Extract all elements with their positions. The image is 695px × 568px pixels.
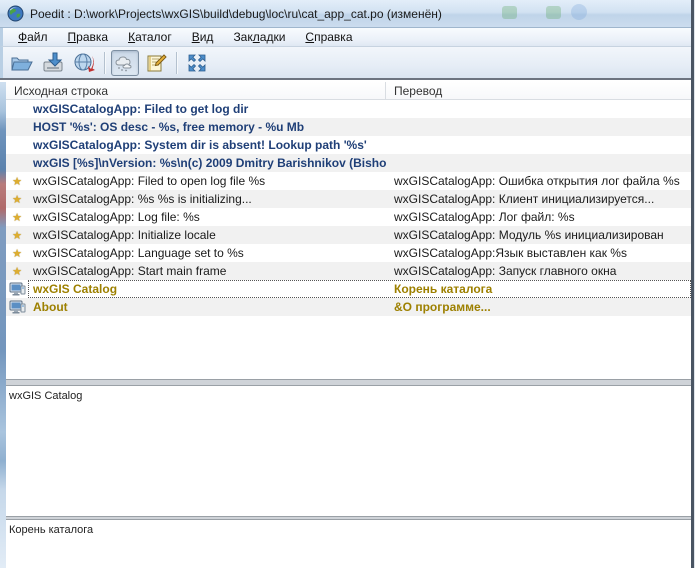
source-cell: wxGISCatalogApp: Log file: %s <box>29 210 386 224</box>
column-header-translation[interactable]: Перевод <box>386 82 691 99</box>
source-cell: wxGISCatalogApp: %s %s is initializing..… <box>29 192 386 206</box>
entries-list[interactable]: wxGISCatalogApp: Filed to get log dir HOS… <box>6 100 691 379</box>
star-icon: ★ <box>6 226 28 244</box>
table-row[interactable]: ★wxGISCatalogApp: %s %s is initializing.… <box>6 190 691 208</box>
column-header-source[interactable]: Исходная строка <box>6 82 386 99</box>
toolbar-separator <box>176 52 177 74</box>
translation-cell: wxGISCatalogApp: Лог файл: %s <box>386 210 690 224</box>
row-focus-area: wxGISCatalogApp: System dir is absent! L… <box>28 136 691 154</box>
translation-cell: wxGISCatalogApp:Язык выставлен как %s <box>386 246 690 260</box>
source-cell: wxGISCatalogApp: Filed to open log file … <box>29 174 386 188</box>
row-focus-area: wxGISCatalogApp: Start main framewxGISCa… <box>28 262 691 280</box>
menu-bookmarks[interactable]: Закладки <box>224 29 294 45</box>
app-item-icon <box>6 280 28 298</box>
menu-view[interactable]: Вид <box>183 29 223 45</box>
poedit-globe-icon <box>7 5 24 22</box>
source-cell: wxGISCatalogApp: Initialize locale <box>29 228 386 242</box>
translation-cell: wxGISCatalogApp: Модуль %s инициализиров… <box>386 228 690 242</box>
row-icon-placeholder <box>6 100 28 118</box>
translation-text: Корень каталога <box>9 524 93 536</box>
source-cell: About <box>29 300 386 314</box>
source-cell: HOST '%s': OS desc - %s, free memory - %… <box>29 120 386 134</box>
source-cell: wxGISCatalogApp: Language set to %s <box>29 246 386 260</box>
row-focus-area: wxGISCatalogApp: %s %s is initializing..… <box>28 190 691 208</box>
open-catalog-button[interactable] <box>8 50 36 76</box>
title-bar[interactable]: Poedit : D:\work\Projects\wxGIS\build\de… <box>0 0 691 28</box>
save-catalog-button[interactable] <box>39 50 67 76</box>
source-text: wxGIS Catalog <box>9 390 82 402</box>
ghost-window-icon <box>571 4 587 20</box>
menu-catalog[interactable]: Каталог <box>119 29 181 45</box>
menu-edit[interactable]: Правка <box>59 29 118 45</box>
notepad-pencil-icon <box>144 52 168 74</box>
source-cell: wxGISCatalogApp: System dir is absent! L… <box>29 138 386 152</box>
open-folder-icon <box>10 53 34 73</box>
translation-text-pane[interactable]: Корень каталога <box>6 520 691 568</box>
translation-cell: wxGISCatalogApp: Клиент инициализируется… <box>386 192 690 206</box>
toolbar <box>0 47 691 78</box>
save-icon <box>41 52 65 74</box>
window-left-border <box>0 82 6 568</box>
row-icon-placeholder <box>6 118 28 136</box>
star-icon: ★ <box>6 262 28 280</box>
update-catalog-button[interactable] <box>70 50 98 76</box>
menu-bar: Файл Правка Каталог Вид Закладки Справка <box>0 28 691 47</box>
comment-button[interactable] <box>142 50 170 76</box>
poedit-window: Poedit : D:\work\Projects\wxGIS\build\de… <box>0 0 695 568</box>
table-row[interactable]: ★wxGISCatalogApp: Filed to open log file… <box>6 172 691 190</box>
source-cell: wxGISCatalogApp: Filed to get log dir <box>29 102 386 116</box>
row-focus-area: wxGISCatalogApp: Language set to %swxGIS… <box>28 244 691 262</box>
translation-cell: wxGISCatalogApp: Запуск главного окна <box>386 264 690 278</box>
table-row[interactable]: wxGIS [%s]\nVersion: %s\n(c) 2009 Dmitry… <box>6 154 691 172</box>
fullscreen-arrows-icon <box>186 52 208 74</box>
row-focus-area: HOST '%s': OS desc - %s, free memory - %… <box>28 118 691 136</box>
table-row[interactable]: wxGISCatalogApp: System dir is absent! L… <box>6 136 691 154</box>
ghost-window-icon <box>502 6 517 19</box>
table-row[interactable]: HOST '%s': OS desc - %s, free memory - %… <box>6 118 691 136</box>
fuzzy-cloud-icon <box>113 53 137 73</box>
translation-cell: &O программе... <box>386 300 690 314</box>
toolbar-separator <box>104 52 105 74</box>
table-row[interactable]: About&O программе... <box>6 298 691 316</box>
app-item-icon <box>6 298 28 316</box>
table-row[interactable]: ★wxGISCatalogApp: Log file: %swxGISCatal… <box>6 208 691 226</box>
row-focus-area: wxGISCatalogApp: Filed to get log dir <box>28 100 691 118</box>
table-row[interactable]: ★wxGISCatalogApp: Language set to %swxGI… <box>6 244 691 262</box>
row-icon-placeholder <box>6 154 28 172</box>
ghost-window-icon <box>546 6 561 19</box>
menu-help[interactable]: Справка <box>296 29 361 45</box>
globe-sync-icon <box>72 52 96 74</box>
menu-file[interactable]: Файл <box>9 29 57 45</box>
translation-cell: Корень каталога <box>386 282 690 296</box>
source-text-pane[interactable]: wxGIS Catalog <box>6 386 691 516</box>
fullscreen-button[interactable] <box>183 50 211 76</box>
row-focus-area: About&O программе... <box>28 298 691 316</box>
table-row[interactable]: wxGISCatalogApp: Filed to get log dir <box>6 100 691 118</box>
row-focus-area: wxGISCatalogApp: Initialize localewxGISC… <box>28 226 691 244</box>
table-row[interactable]: ★wxGISCatalogApp: Initialize localewxGIS… <box>6 226 691 244</box>
source-cell: wxGIS [%s]\nVersion: %s\n(c) 2009 Dmitry… <box>29 156 386 170</box>
window-title: Poedit : D:\work\Projects\wxGIS\build\de… <box>30 7 442 21</box>
row-focus-area: wxGIS CatalogКорень каталога <box>28 280 691 298</box>
list-header: Исходная строка Перевод <box>6 82 691 100</box>
star-icon: ★ <box>6 190 28 208</box>
splitter-handle[interactable] <box>6 379 691 386</box>
row-focus-area: wxGIS [%s]\nVersion: %s\n(c) 2009 Dmitry… <box>28 154 691 172</box>
fuzzy-toggle-button[interactable] <box>111 50 139 76</box>
row-focus-area: wxGISCatalogApp: Log file: %swxGISCatalo… <box>28 208 691 226</box>
translation-cell: wxGISCatalogApp: Ошибка открытия лог фай… <box>386 174 690 188</box>
table-row[interactable]: ★wxGISCatalogApp: Start main framewxGISC… <box>6 262 691 280</box>
star-icon: ★ <box>6 208 28 226</box>
row-icon-placeholder <box>6 136 28 154</box>
star-icon: ★ <box>6 172 28 190</box>
source-cell: wxGIS Catalog <box>29 282 386 296</box>
row-focus-area: wxGISCatalogApp: Filed to open log file … <box>28 172 691 190</box>
star-icon: ★ <box>6 244 28 262</box>
toolbar-divider <box>0 78 691 80</box>
table-row[interactable]: wxGIS CatalogКорень каталога <box>6 280 691 298</box>
source-cell: wxGISCatalogApp: Start main frame <box>29 264 386 278</box>
